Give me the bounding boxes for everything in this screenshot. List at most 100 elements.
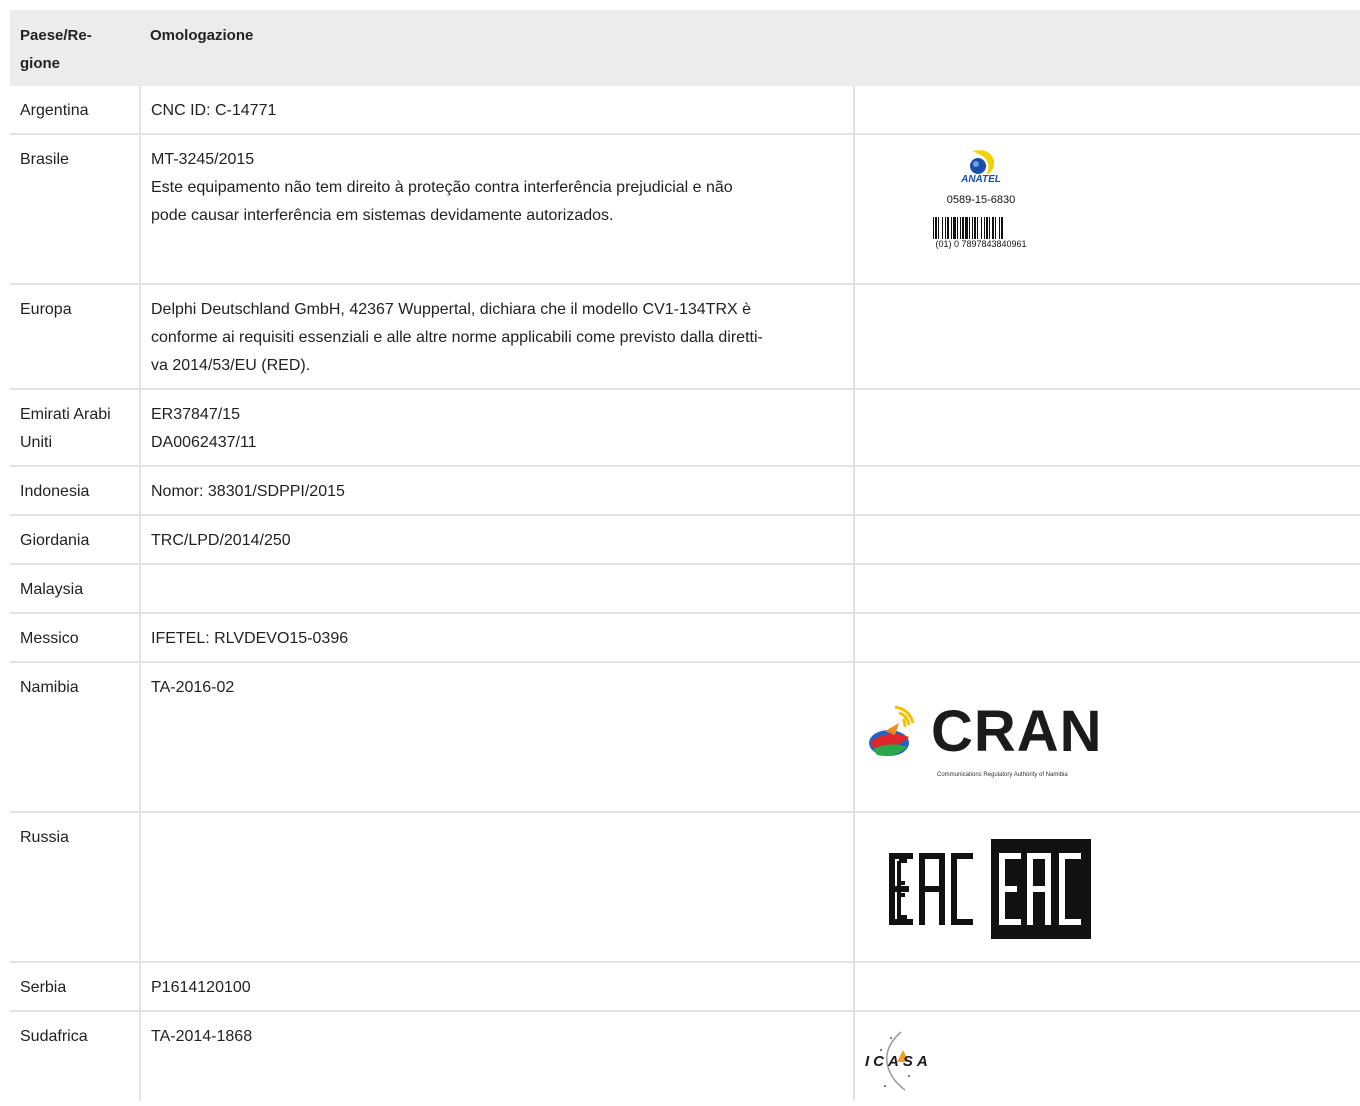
- logo-cell: [854, 515, 1360, 565]
- barcode-bar: [935, 217, 937, 239]
- approval-line: TA-2014-1868: [151, 1028, 253, 1045]
- barcode-bar: [986, 217, 988, 239]
- approval-cell: [140, 812, 855, 963]
- approval-cell: TA-2016-02: [140, 662, 855, 813]
- table-row: Brasile MT-3245/2015 Este equipamento nã…: [10, 134, 1360, 285]
- approval-line: conforme ai requisiti essenziali e alle …: [151, 329, 763, 346]
- barcode-bar: [938, 217, 939, 239]
- header-country: Paese/Re-gione: [10, 10, 140, 86]
- approval-line: IFETEL: RLVDEVO15-0396: [151, 630, 349, 647]
- country-cell: Russia: [10, 812, 141, 963]
- approval-cell: TRC/LPD/2014/250: [140, 515, 855, 565]
- country-cell: Argentina: [10, 86, 141, 135]
- approval-cell: P1614120100: [140, 962, 855, 1012]
- barcode-bar: [947, 217, 949, 239]
- approval-cell: MT-3245/2015 Este equipamento não tem di…: [140, 134, 855, 285]
- approval-cell: IFETEL: RLVDEVO15-0396: [140, 613, 855, 663]
- barcode-bar: [960, 217, 961, 239]
- barcode-bar: [981, 217, 982, 239]
- barcode-bar: [962, 217, 964, 239]
- approval-line: va 2014/53/EU (RED).: [151, 357, 311, 374]
- barcode-bar: [992, 217, 994, 239]
- country-cell: Giordania: [10, 515, 141, 565]
- icasa-logo-icon: ICASA: [863, 1026, 953, 1106]
- approval-cell: ER37847/15 DA0062437/11: [140, 389, 855, 467]
- anatel-word: ANATEL: [961, 174, 1001, 185]
- approval-line: Este equipamento não tem direito à prote…: [151, 179, 733, 196]
- country-cell: Emirati Arabi Uniti: [10, 389, 141, 467]
- approval-line: ER37847/15: [151, 406, 240, 423]
- logo-cell: [854, 812, 1360, 963]
- table-row: Indonesia Nomor: 38301/SDPPI/2015: [10, 466, 1360, 516]
- barcode-bar: [999, 217, 1000, 239]
- barcode-bar: [969, 217, 970, 239]
- barcode-icon: [933, 217, 1003, 239]
- country-cell: Indonesia: [10, 466, 141, 516]
- anatel-emblem-icon: [970, 150, 995, 175]
- approval-line: pode causar interferência em sistemas de…: [151, 207, 614, 224]
- logo-cell: ANATEL 0589-15-6830 (01) 0 7897843840961: [854, 134, 1360, 285]
- logo-cell: CRAN Communications Regulatory Authority…: [854, 662, 1360, 813]
- barcode-bar: [974, 217, 976, 239]
- eac-mark-icon: [889, 839, 1091, 939]
- barcode-bar: [995, 217, 996, 239]
- anatel-code: 0589-15-6830: [946, 194, 1016, 206]
- table-row: Namibia TA-2016-02 CRAN Communications R…: [10, 662, 1360, 813]
- approval-line: TA-2016-02: [151, 679, 235, 696]
- header-approval: Omologazione: [140, 10, 854, 86]
- barcode-number: (01) 0 7897843840961: [935, 239, 1027, 249]
- barcode-bar: [989, 217, 990, 239]
- table-row: Emirati Arabi Uniti ER37847/15 DA0062437…: [10, 389, 1360, 467]
- country-cell: Messico: [10, 613, 141, 663]
- barcode-bar: [951, 217, 952, 239]
- approval-line: P1614120100: [151, 979, 251, 996]
- barcode-bar: [933, 217, 934, 239]
- cran-word: CRAN: [931, 699, 1103, 764]
- country-cell: Brasile: [10, 134, 141, 285]
- barcode-bar: [1001, 217, 1003, 239]
- logo-cell: [854, 86, 1360, 135]
- table-row: Sudafrica TA-2014-1868 ICASA: [10, 1011, 1360, 1101]
- table-row: Russia: [10, 812, 1360, 963]
- table-row: Europa Delphi Deutschland GmbH, 42367 Wu…: [10, 284, 1360, 390]
- logo-cell: [854, 564, 1360, 614]
- approvals-table: Paese/Re-gione Omologazione Argentina CN…: [10, 10, 1360, 1101]
- icasa-word: ICASA: [865, 1053, 932, 1070]
- table-header-row: Paese/Re-gione Omologazione: [10, 10, 1360, 86]
- barcode-bar: [945, 217, 946, 239]
- country-cell: Europa: [10, 284, 141, 390]
- cran-logo-icon: CRAN Communications Regulatory Authority…: [865, 699, 1115, 778]
- approval-line: MT-3245/2015: [151, 151, 255, 168]
- approval-line: TRC/LPD/2014/250: [151, 532, 291, 549]
- country-cell: Serbia: [10, 962, 141, 1012]
- table-row: Messico IFETEL: RLVDEVO15-0396: [10, 613, 1360, 663]
- country-cell: Malaysia: [10, 564, 141, 614]
- logo-cell: [854, 389, 1360, 467]
- table-row: Malaysia: [10, 564, 1360, 614]
- country-cell: Namibia: [10, 662, 141, 813]
- cran-subtitle: Communications Regulatory Authority of N…: [937, 772, 1068, 778]
- barcode-bar: [942, 217, 943, 239]
- approval-cell: [140, 564, 855, 614]
- approval-cell: CNC ID: C-14771: [140, 86, 855, 135]
- barcode-bar: [965, 217, 968, 239]
- cran-emblem-icon: [869, 705, 915, 756]
- barcode-bar: [953, 217, 956, 239]
- logo-cell: ICASA: [854, 1011, 1360, 1101]
- logo-cell: [854, 284, 1360, 390]
- approval-cell: TA-2014-1868: [140, 1011, 855, 1101]
- approval-line: CNC ID: C-14771: [151, 102, 277, 119]
- country-cell: Sudafrica: [10, 1011, 141, 1101]
- anatel-logo-icon: ANATEL 0589-15-6830 (01) 0 7897843840961: [931, 149, 1031, 249]
- approval-line: Delphi Deutschland GmbH, 42367 Wuppertal…: [151, 301, 752, 318]
- barcode-bar: [972, 217, 973, 239]
- barcode-bar: [977, 217, 978, 239]
- approval-cell: Nomor: 38301/SDPPI/2015: [140, 466, 855, 516]
- table-row: Giordania TRC/LPD/2014/250: [10, 515, 1360, 565]
- approval-cell: Delphi Deutschland GmbH, 42367 Wuppertal…: [140, 284, 855, 390]
- logo-cell: [854, 962, 1360, 1012]
- barcode-bar: [957, 217, 958, 239]
- approval-line: Nomor: 38301/SDPPI/2015: [151, 483, 345, 500]
- barcode-bar: [984, 217, 985, 239]
- logo-cell: [854, 613, 1360, 663]
